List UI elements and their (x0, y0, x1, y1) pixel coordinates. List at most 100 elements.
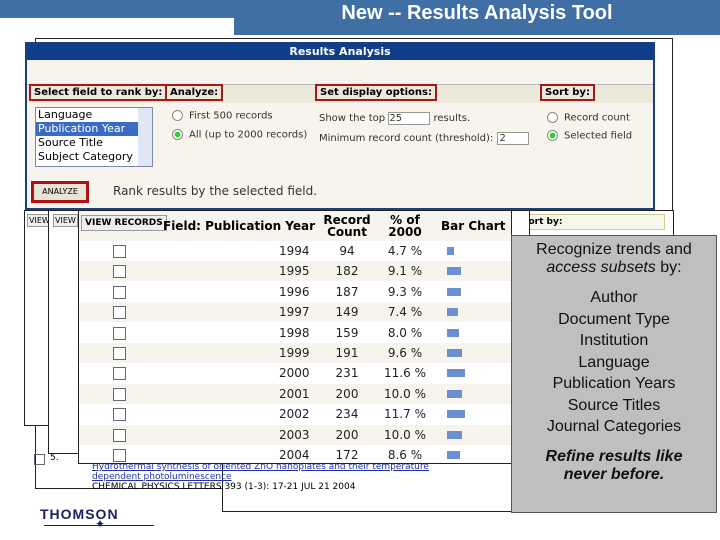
show-top-control: Show the top 25 results. (319, 112, 470, 125)
cell-percent: 8.6 % (387, 448, 423, 462)
cell-year: 1996 (279, 284, 310, 299)
table-row: 1995 182 9.1 % (79, 261, 511, 282)
view-records-button[interactable]: VIEW (53, 214, 78, 227)
callout-list-item: Language (578, 353, 650, 371)
listbox-scrollbar[interactable] (138, 108, 152, 166)
analyze-button[interactable]: ANALYZE (31, 181, 89, 203)
show-top-prefix: Show the top (319, 113, 386, 124)
cell-year: 1999 (279, 346, 310, 360)
table-row: 1994 94 4.7 % (79, 241, 511, 261)
cell-year: 2004 (279, 448, 310, 462)
row-checkbox[interactable] (113, 265, 126, 279)
record-title-link-2[interactable]: dependent photoluminescence (92, 472, 232, 482)
cell-percent: 4.7 % (387, 244, 423, 258)
cell-count: 149 (335, 305, 359, 320)
table-row: 2000 231 11.6 % (79, 363, 511, 383)
radio-icon[interactable] (547, 112, 558, 123)
behind-sort-label: Sort by: (519, 214, 665, 230)
results-analysis-panel: Results Analysis Select field to rank by… (25, 42, 655, 210)
list-option-selected[interactable]: Publication Year (36, 122, 152, 136)
radio-icon[interactable] (172, 110, 183, 121)
panel-title: Results Analysis (27, 44, 653, 60)
column-header-field: Field: Publication Year (163, 219, 316, 233)
option-label: Record count (564, 112, 630, 124)
cell-percent: 9.6 % (387, 346, 423, 360)
cell-count: 94 (339, 244, 355, 258)
record-checkbox[interactable] (34, 454, 45, 465)
bar-chart-bar (447, 451, 460, 459)
callout-list-item: Source Titles (567, 396, 661, 414)
callout-intro-2: access subsets by: (512, 259, 716, 277)
row-checkbox[interactable] (113, 285, 126, 299)
sort-option-selected-field[interactable]: Selected field (547, 130, 632, 142)
bar-chart-bar (447, 247, 454, 255)
cell-year: 1995 (279, 264, 310, 279)
bar-chart-bar (447, 308, 458, 317)
logo-star-icon: ✦ (95, 517, 106, 531)
sort-option-record-count[interactable]: Record count (547, 112, 630, 124)
cell-percent: 7.4 % (387, 305, 423, 320)
bar-chart-bar (447, 410, 465, 419)
rank-field-listbox[interactable]: Language Publication Year Source Title S… (35, 107, 153, 167)
threshold-input[interactable]: 2 (496, 132, 529, 145)
analyze-hint: Rank results by the selected field. (113, 184, 318, 198)
row-checkbox[interactable] (113, 367, 126, 381)
cell-percent: 10.0 % (384, 427, 426, 442)
show-top-select[interactable]: 25 (388, 112, 431, 125)
cell-percent: 10.0 % (384, 386, 426, 401)
analyze-option-first500[interactable]: First 500 records (172, 110, 273, 122)
table-row: 1997 149 7.4 % (79, 302, 511, 323)
callout-intro: Recognize trends and (536, 241, 692, 258)
callout-list-item: Institution (579, 332, 649, 349)
cell-count: 187 (335, 284, 359, 299)
callout-box: Recognize trends and access subsets by: … (511, 235, 717, 513)
cell-year: 2001 (279, 386, 310, 401)
radio-selected-icon[interactable] (547, 130, 558, 141)
option-label: All (up to 2000 records) (189, 129, 308, 141)
callout-list-item: Author (590, 289, 638, 306)
record-source: CHEMICAL PHYSICS LETTERS 393 (1-3): 17-2… (92, 482, 356, 492)
bar-chart-bar (447, 430, 462, 439)
row-checkbox[interactable] (113, 449, 126, 462)
rank-field-label: Select field to rank by: (29, 84, 168, 101)
list-option[interactable]: Subject Category (36, 150, 152, 164)
threshold-control: Minimum record count (threshold): 2 (319, 132, 529, 145)
column-header-count[interactable]: Record Count (319, 214, 375, 238)
list-option[interactable]: Source Title (36, 136, 152, 150)
threshold-label: Minimum record count (threshold): (319, 133, 494, 144)
analyze-option-all[interactable]: All (up to 2000 records) (172, 129, 307, 141)
table-row: 2002 234 11.7 % (79, 404, 511, 424)
list-option[interactable]: Language (36, 108, 152, 122)
cell-percent: 11.6 % (384, 366, 426, 381)
cell-count: 182 (335, 264, 359, 279)
radio-selected-icon[interactable] (172, 129, 183, 140)
thomson-logo: THOMSON (40, 506, 119, 522)
column-header-bar-chart: Bar Chart (441, 219, 506, 233)
cell-count: 172 (335, 448, 359, 462)
bar-chart-bar (447, 369, 465, 378)
row-checkbox[interactable] (113, 245, 126, 258)
row-checkbox[interactable] (113, 428, 126, 442)
row-checkbox[interactable] (113, 347, 126, 360)
analyze-label: Analyze: (165, 84, 224, 101)
view-records-button[interactable]: VIEW RECORDS (81, 215, 167, 231)
callout-list-item: Journal Categories (546, 418, 682, 435)
callout-list-item: Document Type (558, 310, 670, 328)
table-row: 2004 172 8.6 % (79, 445, 511, 465)
callout-intro-suffix: by: (655, 259, 682, 276)
cell-year: 1997 (279, 305, 310, 320)
bar-chart-bar (447, 349, 462, 357)
cell-percent: 9.3 % (387, 284, 423, 299)
row-checkbox[interactable] (113, 387, 126, 401)
row-checkbox[interactable] (113, 408, 126, 422)
cell-count: 234 (335, 407, 359, 422)
option-label: Selected field (564, 130, 633, 142)
bar-chart-bar (447, 328, 459, 337)
row-checkbox[interactable] (113, 326, 126, 340)
display-options-label: Set display options: (315, 84, 437, 101)
record-number: 5. (50, 453, 59, 463)
cell-year: 2003 (279, 427, 310, 442)
row-checkbox[interactable] (113, 306, 126, 320)
table-row: 2003 200 10.0 % (79, 424, 511, 445)
cell-percent: 9.1 % (387, 264, 423, 279)
